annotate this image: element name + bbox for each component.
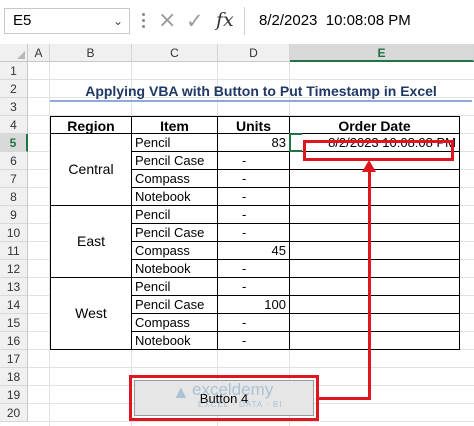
row-header-13[interactable]: 13 [0, 278, 28, 296]
order-date-cell[interactable] [290, 278, 460, 296]
item-cell[interactable]: Pencil Case [132, 224, 218, 242]
enter-icon[interactable]: ✓ [186, 8, 204, 34]
exceldemy-watermark: ▲ exceldemy EXCEL · DATA · BI [172, 380, 322, 414]
units-cell[interactable]: - [218, 278, 290, 296]
name-box-value: E5 [13, 12, 32, 29]
item-cell[interactable]: Compass [132, 170, 218, 188]
units-cell[interactable]: - [218, 332, 290, 350]
order-date-cell[interactable] [290, 242, 460, 260]
name-box[interactable]: E5 ⌄ [4, 8, 130, 34]
column-header-c[interactable]: C [132, 44, 218, 62]
item-cell[interactable]: Notebook [132, 332, 218, 350]
item-cell[interactable]: Compass [132, 242, 218, 260]
units-cell[interactable]: - [218, 260, 290, 278]
units-cell[interactable]: 83 [218, 134, 290, 152]
column-header-e[interactable]: E [290, 44, 474, 62]
item-cell[interactable]: Pencil Case [132, 152, 218, 170]
units-cell[interactable]: - [218, 314, 290, 332]
row-header-20[interactable]: 20 [0, 404, 28, 422]
column-header-b[interactable]: B [50, 44, 132, 62]
row-header-11[interactable]: 11 [0, 242, 28, 260]
row-header-7[interactable]: 7 [0, 170, 28, 188]
column-header-a[interactable]: A [28, 44, 50, 62]
row-header-17[interactable]: 17 [0, 350, 28, 368]
units-cell[interactable]: - [218, 188, 290, 206]
watermark-tagline: EXCEL · DATA · BI [198, 400, 283, 409]
row-header-1[interactable]: 1 [0, 62, 28, 80]
order-date-cell[interactable] [290, 206, 460, 224]
header-units[interactable]: Units [218, 116, 290, 134]
row-header-12[interactable]: 12 [0, 260, 28, 278]
order-date-cell[interactable] [290, 314, 460, 332]
cancel-icon[interactable]: × [158, 8, 176, 34]
row-header-15[interactable]: 15 [0, 314, 28, 332]
order-date-cell[interactable] [290, 224, 460, 242]
row-header-8[interactable]: 8 [0, 188, 28, 206]
units-cell[interactable]: - [218, 206, 290, 224]
units-cell[interactable]: 45 [218, 242, 290, 260]
row-header-10[interactable]: 10 [0, 224, 28, 242]
row-header-2[interactable]: 2 [0, 80, 28, 98]
item-cell[interactable]: Compass [132, 314, 218, 332]
formula-input[interactable]: 8/2/2023 10:08:08 PM [244, 7, 474, 35]
row-header-18[interactable]: 18 [0, 368, 28, 386]
order-date-cell[interactable] [290, 260, 460, 278]
highlight-box-timestamp [303, 140, 454, 161]
row-header-14[interactable]: 14 [0, 296, 28, 314]
item-cell[interactable]: Pencil [132, 134, 218, 152]
units-cell[interactable]: - [218, 170, 290, 188]
watermark-brand: exceldemy [192, 380, 274, 399]
worksheet-grid[interactable]: A B C D E 1 2 3 4 5 6 7 8 9 10 11 12 13 14 15 16 17 18 19 2… [0, 44, 474, 426]
row-header-16[interactable]: 16 [0, 332, 28, 350]
row-header-3[interactable]: 3 [0, 98, 28, 116]
units-cell[interactable]: 100 [218, 296, 290, 314]
watermark-logo-icon: ▲ [172, 382, 190, 402]
order-date-cell[interactable] [290, 332, 460, 350]
insert-function-icon[interactable]: fx [216, 7, 234, 33]
row-header-6[interactable]: 6 [0, 152, 28, 170]
formula-bar: E5 ⌄ × ✓ fx 8/2/2023 10:08:08 PM [0, 0, 474, 44]
chevron-down-icon[interactable]: ⌄ [113, 9, 123, 33]
header-item[interactable]: Item [132, 116, 218, 134]
column-header-d[interactable]: D [218, 44, 290, 62]
select-all-corner[interactable] [0, 44, 28, 62]
item-cell[interactable]: Notebook [132, 260, 218, 278]
arrow-line-vertical [368, 166, 371, 400]
item-cell[interactable]: Pencil [132, 206, 218, 224]
arrow-head-icon [362, 160, 376, 172]
region-cell[interactable]: West [50, 278, 132, 350]
header-region[interactable]: Region [50, 116, 132, 134]
order-date-cell[interactable] [290, 296, 460, 314]
gridline [28, 421, 474, 422]
item-cell[interactable]: Pencil [132, 278, 218, 296]
units-cell[interactable]: - [218, 152, 290, 170]
more-options-icon[interactable] [141, 10, 147, 32]
item-cell[interactable]: Notebook [132, 188, 218, 206]
region-cell[interactable]: Central [50, 134, 132, 206]
active-cell-indicator [289, 133, 302, 152]
order-date-cell[interactable] [290, 170, 460, 188]
gridline [28, 367, 474, 368]
item-cell[interactable]: Pencil Case [132, 296, 218, 314]
region-cell[interactable]: East [50, 206, 132, 278]
row-header-5[interactable]: 5 [0, 134, 28, 152]
units-cell[interactable]: - [218, 224, 290, 242]
sheet-title: Applying VBA with Button to Put Timestam… [50, 80, 472, 102]
order-date-cell[interactable] [290, 188, 460, 206]
header-order-date[interactable]: Order Date [290, 116, 460, 134]
row-header-9[interactable]: 9 [0, 206, 28, 224]
arrow-line-horizontal [318, 397, 371, 400]
row-header-19[interactable]: 19 [0, 386, 28, 404]
row-header-4[interactable]: 4 [0, 116, 28, 134]
